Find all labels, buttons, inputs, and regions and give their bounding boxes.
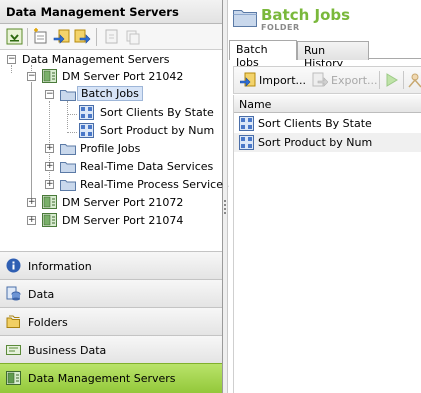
right-panel: Batch Jobs FOLDER Batch Jobs Run History… xyxy=(229,0,421,393)
accordion-business-data[interactable]: Business Data xyxy=(0,335,222,363)
data-icon xyxy=(6,286,21,301)
tree-item-label: Batch Jobs xyxy=(77,86,143,101)
accordion-label: Business Data xyxy=(28,344,107,357)
row-name: Sort Product by Num xyxy=(258,136,373,149)
accordion-label: Data xyxy=(28,288,55,301)
expand-icon[interactable]: + xyxy=(45,162,54,171)
import-label: Import... xyxy=(259,74,306,87)
tree-item-job[interactable]: Sort Product by Num xyxy=(0,122,222,140)
accordion-information[interactable]: Information xyxy=(0,251,222,279)
schedule-icon[interactable] xyxy=(408,72,421,88)
column-header-name[interactable]: Name xyxy=(239,98,271,111)
splitter-grip-icon[interactable] xyxy=(224,200,226,214)
toolbar-separator xyxy=(379,71,380,89)
accordion-label: Folders xyxy=(28,316,68,329)
left-panel: Data Management Servers − Data Managemen… xyxy=(0,0,229,393)
content-toolbar: Import... Export... xyxy=(233,66,421,94)
tree-item-server-21072[interactable]: + DM Server Port 21072 xyxy=(0,194,222,212)
jobs-grid: Name Sort Clients By State Sort Product … xyxy=(233,95,421,393)
info-icon xyxy=(6,258,21,273)
tree-root[interactable]: − Data Management Servers xyxy=(0,51,222,69)
refresh-icon[interactable] xyxy=(103,28,120,45)
toolbar-separator xyxy=(27,28,28,46)
folders-icon xyxy=(6,315,20,328)
tree-item-realtime-data[interactable]: + Real-Time Data Services xyxy=(0,158,222,176)
table-row[interactable]: Sort Clients By State xyxy=(234,114,421,133)
job-icon xyxy=(239,135,254,150)
tree-item-batch-jobs[interactable]: − Batch Jobs xyxy=(0,86,222,104)
tree-item-label: DM Server Port 21072 xyxy=(62,196,184,209)
server-tree: − Data Management Servers − DM Server Po… xyxy=(0,51,229,249)
tab-batch-jobs[interactable]: Batch Jobs xyxy=(229,40,297,69)
export-icon xyxy=(312,72,328,87)
export-button[interactable]: Export... xyxy=(312,72,378,90)
tree-item-label: DM Server Port 21042 xyxy=(62,70,184,83)
tree-item-realtime-process[interactable]: + Real-Time Process Services xyxy=(0,176,229,194)
panel-splitter[interactable] xyxy=(223,0,228,393)
collapse-icon[interactable]: − xyxy=(45,90,54,99)
server-icon xyxy=(42,195,57,209)
page-subtitle: FOLDER xyxy=(261,23,300,32)
tab-bar: Batch Jobs Run History xyxy=(229,40,421,70)
folder-icon xyxy=(233,10,257,27)
tree-item-server-21074[interactable]: + DM Server Port 21074 xyxy=(0,212,222,230)
import-icon xyxy=(240,72,256,87)
left-toolbar xyxy=(0,24,222,50)
job-icon xyxy=(239,116,254,131)
run-icon[interactable] xyxy=(385,73,399,87)
tree-item-label: Real-Time Data Services xyxy=(80,160,214,173)
folder-icon xyxy=(60,162,76,173)
table-row[interactable]: Sort Product by Num xyxy=(234,133,421,152)
left-panel-title: Data Management Servers xyxy=(0,0,222,24)
tree-item-label: DM Server Port 21074 xyxy=(62,214,184,227)
row-name: Sort Clients By State xyxy=(258,117,372,130)
accordion-data[interactable]: Data xyxy=(0,279,222,307)
tree-item-label: Real-Time Process Services xyxy=(80,178,229,191)
job-icon xyxy=(79,123,94,138)
folder-icon xyxy=(60,90,76,101)
business-data-icon xyxy=(6,345,21,355)
tree-item-label: Sort Product by Num xyxy=(100,124,215,137)
server-icon xyxy=(42,213,57,227)
export-label: Export... xyxy=(331,74,378,87)
tree-item-job[interactable]: Sort Clients By State xyxy=(0,104,222,122)
tree-item-label: Sort Clients By State xyxy=(100,106,214,119)
import-button[interactable]: Import... xyxy=(240,72,308,90)
grid-header: Name xyxy=(234,95,421,113)
expand-icon[interactable]: + xyxy=(45,180,54,189)
accordion-folders[interactable]: Folders xyxy=(0,307,222,335)
job-icon xyxy=(79,105,94,120)
tab-run-history[interactable]: Run History xyxy=(297,41,369,70)
export-icon[interactable] xyxy=(74,28,91,45)
collapse-icon[interactable]: − xyxy=(7,55,16,64)
tree-item-profile-jobs[interactable]: + Profile Jobs xyxy=(0,140,222,158)
tree-item-server-21042[interactable]: − DM Server Port 21042 xyxy=(0,68,222,86)
tree-item-label: Profile Jobs xyxy=(80,142,141,155)
import-icon[interactable] xyxy=(53,28,70,45)
accordion-label: Information xyxy=(28,260,92,273)
folder-icon xyxy=(60,180,76,191)
accordion-data-management-servers[interactable]: Data Management Servers xyxy=(0,363,222,393)
accordion-label: Data Management Servers xyxy=(28,372,176,385)
folder-icon xyxy=(60,144,76,155)
copy-icon[interactable] xyxy=(124,28,141,45)
toolbar-separator xyxy=(96,28,97,46)
expand-icon[interactable] xyxy=(6,28,23,45)
collapse-icon[interactable]: − xyxy=(27,72,36,81)
toolbar-separator xyxy=(403,71,404,89)
expand-icon[interactable]: + xyxy=(45,144,54,153)
page-title: Batch Jobs xyxy=(261,6,351,24)
new-folder-icon[interactable] xyxy=(32,28,49,45)
expand-icon[interactable]: + xyxy=(27,216,36,225)
expand-icon[interactable]: + xyxy=(27,198,36,207)
server-icon xyxy=(42,69,57,83)
tree-root-label: Data Management Servers xyxy=(22,53,170,66)
server-icon xyxy=(6,371,21,385)
